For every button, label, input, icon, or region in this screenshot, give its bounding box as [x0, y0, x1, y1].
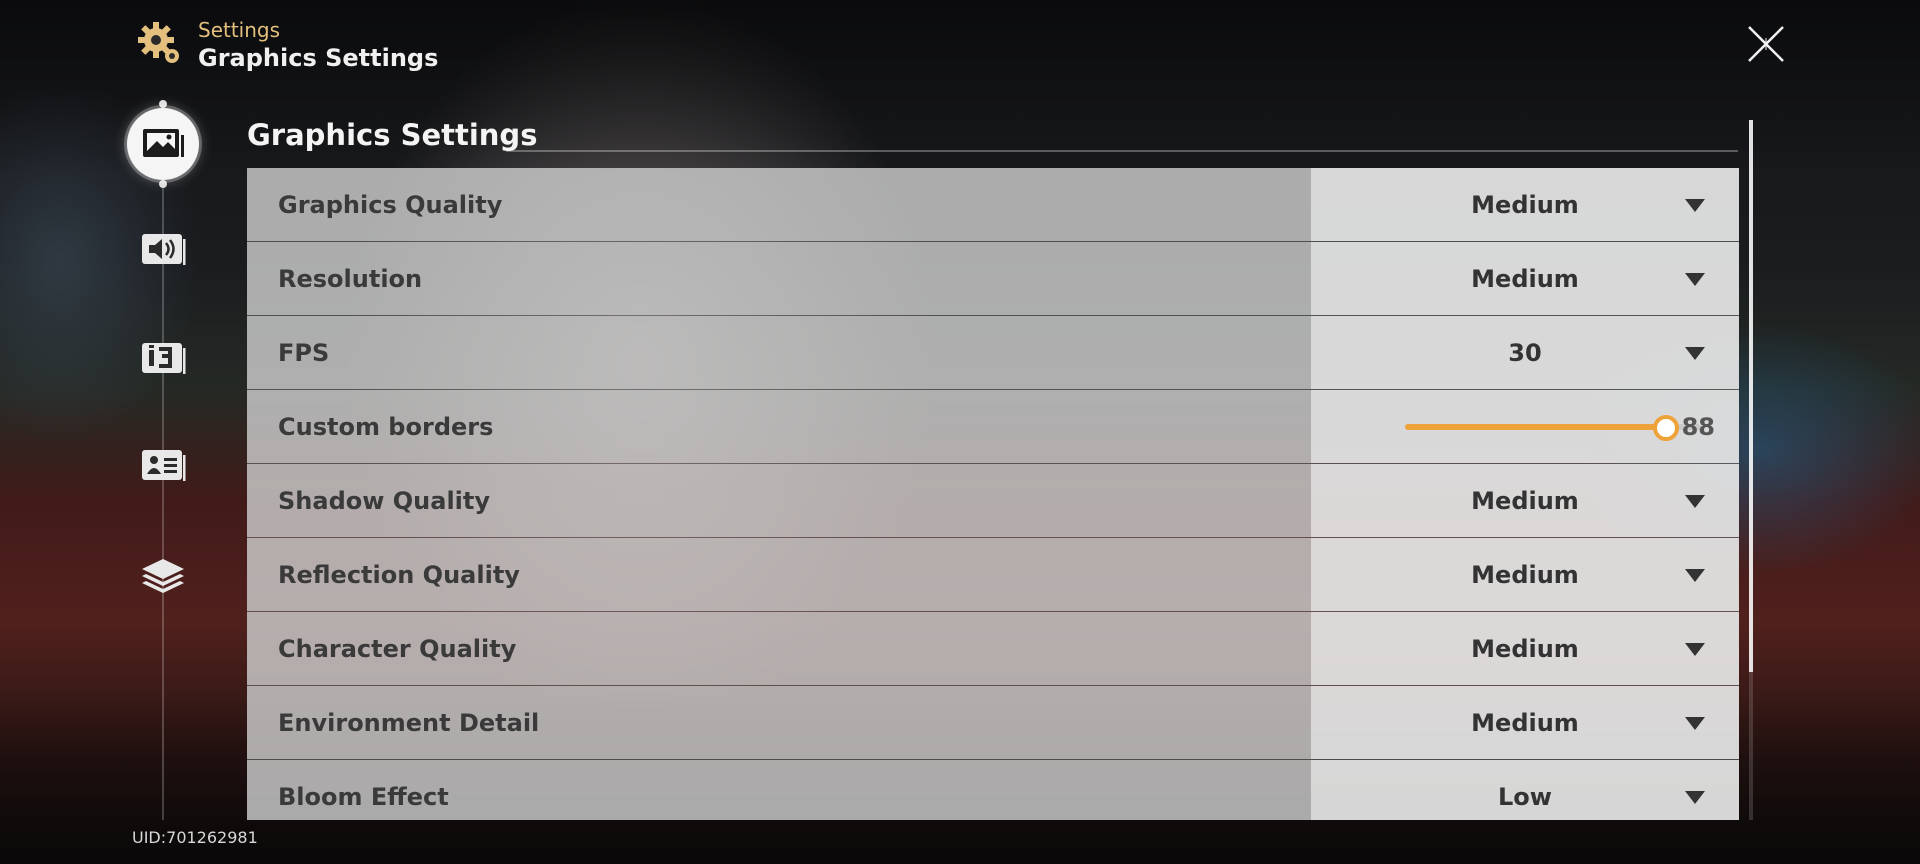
caret-down-icon[interactable] [1685, 568, 1705, 582]
setting-label-area: Environment Detail [247, 686, 1311, 759]
rail-dot [159, 180, 167, 188]
setting-row-custom-borders[interactable]: Custom borders 88 [247, 390, 1739, 464]
setting-dropdown[interactable]: Medium [1311, 538, 1739, 611]
dropdown-value: Medium [1471, 264, 1579, 293]
dropdown-value: Medium [1471, 190, 1579, 219]
sidebar-item-graphics[interactable] [127, 108, 199, 180]
close-icon[interactable] [1746, 24, 1786, 64]
setting-dropdown[interactable]: Medium [1311, 612, 1739, 685]
setting-label-area: Graphics Quality [247, 168, 1311, 241]
setting-dropdown[interactable]: 30 [1311, 316, 1739, 389]
setting-row-shadow-quality[interactable]: Shadow Quality Medium [247, 464, 1739, 538]
slider-value: 88 [1681, 412, 1715, 441]
caret-down-icon[interactable] [1685, 198, 1705, 212]
sidebar-item-account[interactable] [138, 444, 188, 488]
setting-label-area: Reflection Quality [247, 538, 1311, 611]
gear-icon [138, 22, 179, 63]
setting-label: Shadow Quality [278, 486, 491, 515]
setting-dropdown[interactable]: Medium [1311, 464, 1739, 537]
caret-down-icon[interactable] [1685, 494, 1705, 508]
setting-dropdown[interactable]: Medium [1311, 242, 1739, 315]
caret-down-icon[interactable] [1685, 716, 1705, 730]
user-id: UID:701262981 [132, 828, 258, 847]
setting-label-area: Character Quality [247, 612, 1311, 685]
speaker-icon [142, 234, 186, 265]
setting-label-area: FPS [247, 316, 1311, 389]
setting-label-area: Resolution [247, 242, 1311, 315]
setting-label: Reflection Quality [278, 560, 520, 589]
setting-label: Character Quality [278, 634, 517, 663]
setting-dropdown[interactable]: Low [1311, 760, 1739, 820]
scrollbar-thumb[interactable] [1749, 120, 1753, 672]
page-title: Graphics Settings [198, 44, 439, 72]
setting-label-area: Bloom Effect [247, 760, 1311, 820]
dropdown-value: Medium [1471, 560, 1579, 589]
layers-icon [142, 559, 184, 593]
setting-label: Environment Detail [278, 708, 540, 737]
dropdown-value: Medium [1471, 486, 1579, 515]
setting-label: Graphics Quality [278, 190, 503, 219]
setting-label-area: Shadow Quality [247, 464, 1311, 537]
setting-dropdown[interactable]: Medium [1311, 168, 1739, 241]
caret-down-icon[interactable] [1685, 642, 1705, 656]
setting-label-area: Custom borders [247, 390, 1311, 463]
sidebar-item-audio[interactable] [138, 228, 188, 272]
setting-row-environment-detail[interactable]: Environment Detail Medium [247, 686, 1739, 760]
sidebar-item-resources[interactable] [138, 554, 188, 598]
setting-row-fps[interactable]: FPS 30 [247, 316, 1739, 390]
image-icon [143, 129, 184, 157]
language-icon [142, 343, 186, 374]
setting-label: FPS [278, 338, 330, 367]
caret-down-icon[interactable] [1685, 346, 1705, 360]
rail-dot [159, 100, 167, 108]
sidebar-item-language[interactable] [138, 337, 188, 381]
setting-row-character-quality[interactable]: Character Quality Medium [247, 612, 1739, 686]
setting-row-reflection-quality[interactable]: Reflection Quality Medium [247, 538, 1739, 612]
slider-fill [1405, 423, 1666, 430]
caret-down-icon[interactable] [1685, 272, 1705, 286]
setting-label: Resolution [278, 264, 423, 293]
dropdown-value: Low [1498, 782, 1552, 811]
setting-row-resolution[interactable]: Resolution Medium [247, 242, 1739, 316]
slider-track[interactable] [1405, 414, 1701, 441]
section-divider [506, 150, 1738, 152]
setting-row-bloom-effect[interactable]: Bloom Effect Low [247, 760, 1739, 820]
setting-row-graphics-quality[interactable]: Graphics Quality Medium [247, 168, 1739, 242]
setting-dropdown[interactable]: Medium [1311, 686, 1739, 759]
dropdown-value: Medium [1471, 708, 1579, 737]
setting-label: Bloom Effect [278, 782, 449, 811]
slider-handle[interactable] [1653, 414, 1680, 441]
profile-card-icon [142, 450, 186, 481]
setting-slider[interactable]: 88 [1311, 390, 1739, 463]
setting-label: Custom borders [278, 412, 494, 441]
dropdown-value: 30 [1508, 338, 1542, 367]
breadcrumb-parent: Settings [198, 18, 281, 42]
settings-list: Graphics Quality Medium Resolution Medium FP… [247, 168, 1739, 820]
dropdown-value: Medium [1471, 634, 1579, 663]
section-title: Graphics Settings [247, 118, 538, 152]
caret-down-icon[interactable] [1685, 790, 1705, 804]
